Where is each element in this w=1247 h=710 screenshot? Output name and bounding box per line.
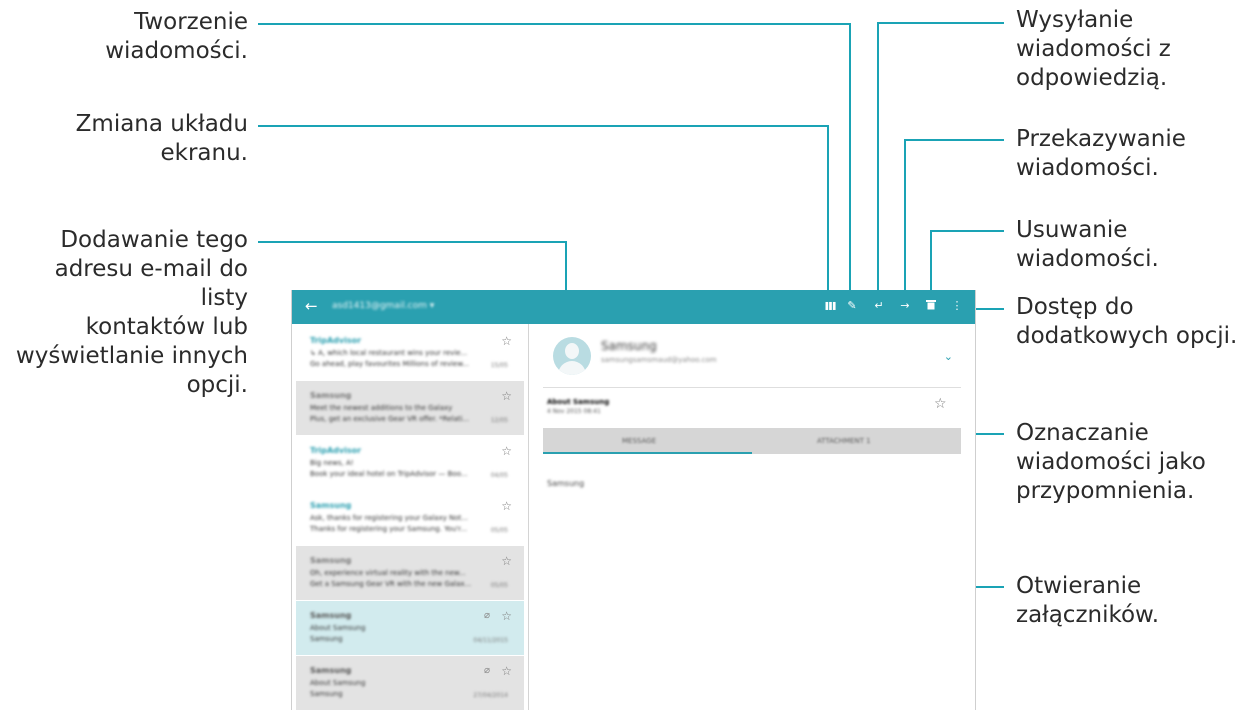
preview-line: About Samsung	[310, 624, 366, 632]
preview-line: Samsung	[310, 690, 343, 698]
avatar-head-shape	[565, 343, 579, 359]
star-icon[interactable]: ☆	[501, 609, 512, 623]
preview-line: About Samsung	[310, 679, 366, 687]
contact-avatar[interactable]	[553, 337, 591, 375]
forward-icon[interactable]: →	[898, 299, 912, 313]
star-icon[interactable]: ☆	[501, 664, 512, 678]
message-timestamp: 4 Nov 2015 08:41	[547, 408, 601, 415]
leader-layout	[258, 125, 829, 305]
callout-attachments: Otwieranie załączników.	[1016, 573, 1160, 628]
callout-forward: Przekazywanie wiadomości.	[1016, 126, 1186, 181]
list-item[interactable]: Samsung Oh, experience virtual reality w…	[296, 546, 524, 600]
leader-reply	[877, 22, 1004, 305]
email-date: 15/05	[490, 362, 508, 369]
star-icon[interactable]: ☆	[501, 499, 512, 513]
preview-line: Get a Samsung Gear VR with the new Galax…	[310, 580, 472, 588]
star-icon[interactable]: ☆	[501, 389, 512, 403]
preview-line: ↳ A, which local restaurant wins your re…	[310, 349, 468, 357]
callout-star: Oznaczanie wiadomości jako przypomnienia…	[1016, 420, 1206, 504]
leader-forward	[904, 139, 1004, 305]
detail-sender-email: samsungsamsmaud@yahoo.com	[601, 356, 717, 364]
preview-line: Ask, thanks for registering your Galaxy …	[310, 514, 469, 522]
list-item[interactable]: TripAdvisor Big news, A! Book your ideal…	[296, 436, 524, 490]
reply-icon[interactable]: ↵	[872, 299, 886, 313]
app-bar: ← asd1413@gmail.com ▾ ❚❚❚ ✎ ↵ → ⋮	[292, 290, 975, 324]
email-date: 04/11/2015	[473, 637, 508, 644]
star-icon[interactable]: ☆	[501, 554, 512, 568]
sender-name: Samsung	[310, 501, 352, 510]
message-subject: About Samsung	[547, 398, 610, 406]
email-list: TripAdvisor ↳ A, which local restaurant …	[292, 324, 529, 710]
callout-contact: Dodawanie tego adresu e-mail do listy ko…	[15, 227, 248, 398]
email-date: 05/05	[490, 527, 508, 534]
email-app-screen: ← asd1413@gmail.com ▾ ❚❚❚ ✎ ↵ → ⋮ TripAd…	[291, 290, 976, 710]
message-tabs: MESSAGE ATTACHMENT 1	[543, 428, 961, 454]
attachment-icon: ⌀	[483, 665, 490, 676]
preview-line: Book your ideal hotel on TripAdvisor — B…	[310, 470, 468, 478]
list-item-selected[interactable]: Samsung About Samsung Samsung 04/11/2015…	[296, 601, 524, 655]
list-item[interactable]: Samsung About Samsung Samsung 27/04/2014…	[296, 656, 524, 710]
preview-line: Samsung	[310, 635, 343, 643]
message-detail: Samsung samsungsamsmaud@yahoo.com ⌄ Abou…	[529, 324, 975, 710]
tab-indicator	[543, 452, 752, 454]
avatar-body-shape	[558, 361, 586, 375]
preview-line: Meet the newest additions to the Galaxy	[310, 404, 453, 412]
detail-sender-name: Samsung	[601, 339, 657, 353]
callout-reply: Wysyłanie wiadomości z odpowiedzią.	[1016, 7, 1171, 91]
sender-name: Samsung	[310, 666, 352, 675]
leader-compose	[258, 23, 851, 305]
preview-line: Plus, get an exclusive Gear VR offer. *R…	[310, 415, 470, 423]
back-arrow-icon[interactable]: ←	[305, 297, 318, 315]
list-item[interactable]: Samsung Ask, thanks for registering your…	[296, 491, 524, 545]
email-date: 05/05	[490, 582, 508, 589]
sender-name: Samsung	[310, 391, 352, 400]
tab-attachment[interactable]: ATTACHMENT 1	[817, 437, 871, 445]
message-body: Samsung	[547, 479, 585, 488]
email-date: 27/04/2014	[473, 692, 508, 699]
callout-layout: Zmiana układu ekranu.	[75, 111, 248, 166]
star-icon[interactable]: ☆	[934, 396, 947, 412]
delete-icon[interactable]	[924, 299, 938, 314]
preview-line: Big news, A!	[310, 459, 354, 467]
email-date: 12/05	[490, 417, 508, 424]
more-options-icon[interactable]: ⋮	[950, 299, 964, 313]
list-item[interactable]: TripAdvisor ↳ A, which local restaurant …	[296, 326, 524, 380]
list-item[interactable]: Samsung Meet the newest additions to the…	[296, 381, 524, 435]
preview-line: Oh, experience virtual reality with the …	[310, 569, 466, 577]
account-selector[interactable]: asd1413@gmail.com ▾	[332, 301, 434, 311]
sender-name: Samsung	[310, 556, 352, 565]
sender-name: Samsung	[310, 611, 352, 620]
sender-name: TripAdvisor	[310, 336, 362, 345]
callout-compose: Tworzenie wiadomości.	[105, 9, 248, 64]
callout-delete: Usuwanie wiadomości.	[1016, 217, 1159, 272]
sender-name: TripAdvisor	[310, 446, 362, 455]
tab-message[interactable]: MESSAGE	[622, 437, 656, 445]
attachment-icon: ⌀	[483, 610, 490, 621]
preview-line: Go ahead, play favourites Millions of re…	[310, 360, 470, 368]
callout-more: Dostęp do dodatkowych opcji.	[1016, 294, 1238, 349]
email-date: 04/05	[490, 472, 508, 479]
star-icon[interactable]: ☆	[501, 444, 512, 458]
divider	[543, 387, 961, 388]
layout-icon[interactable]: ❚❚❚	[822, 299, 837, 313]
preview-line: Thanks for registering your Samsung. You…	[310, 525, 468, 533]
compose-icon[interactable]: ✎	[845, 299, 859, 313]
star-icon[interactable]: ☆	[501, 334, 512, 348]
chevron-down-icon[interactable]: ⌄	[944, 350, 953, 363]
